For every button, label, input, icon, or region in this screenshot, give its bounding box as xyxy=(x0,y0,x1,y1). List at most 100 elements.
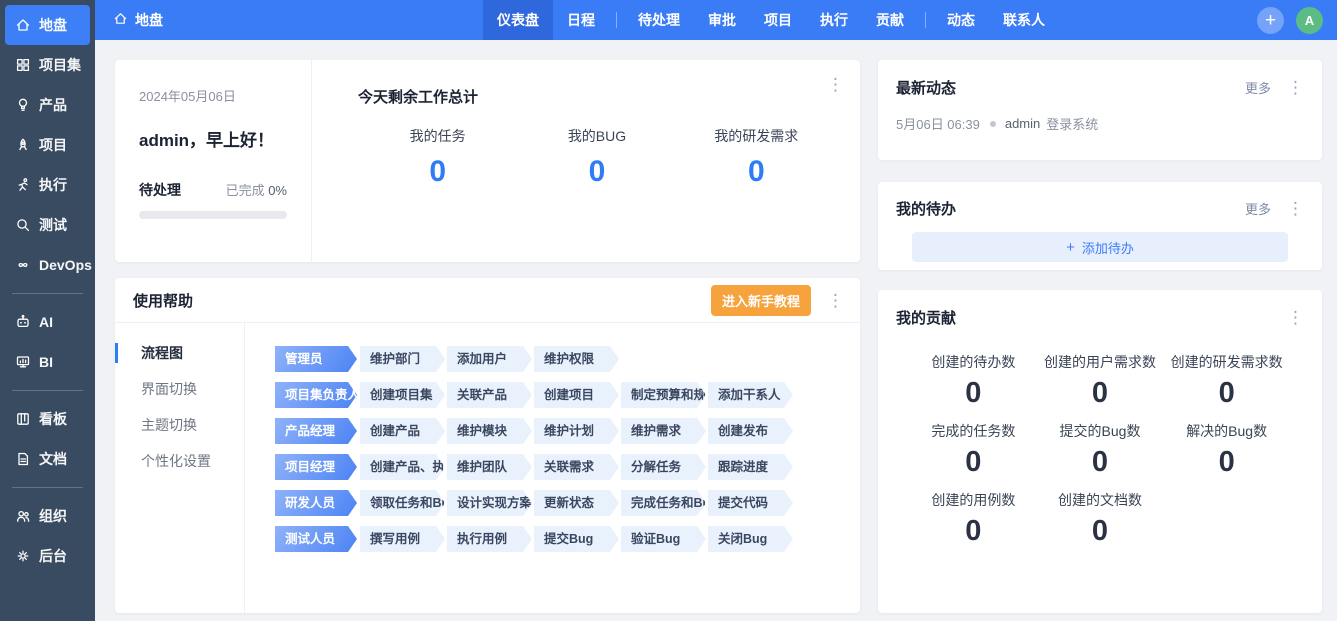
workflow-step-chip[interactable]: 分解任务 xyxy=(621,454,706,480)
sidebar-item-文档[interactable]: 文档 xyxy=(5,439,90,479)
metric-value[interactable]: 0 xyxy=(1037,377,1164,410)
workflow-step-chip[interactable]: 添加用户 xyxy=(447,346,532,372)
create-button[interactable]: + xyxy=(1257,7,1284,34)
nav-item-项目[interactable]: 项目 xyxy=(750,0,806,40)
work-stat-value[interactable]: 0 xyxy=(677,155,836,189)
help-tab-个性化设置[interactable]: 个性化设置 xyxy=(115,443,244,479)
help-card-header: 使用帮助 进入新手教程 ⋮ xyxy=(115,278,860,323)
contribution-metric: 完成的任务数0 xyxy=(910,421,1037,479)
workflow-step-chip[interactable]: 撰写用例 xyxy=(360,526,445,552)
sidebar-item-地盘[interactable]: 地盘 xyxy=(5,5,90,45)
nav-item-日程[interactable]: 日程 xyxy=(553,0,609,40)
workflow-role-chip[interactable]: 测试人员 xyxy=(275,526,357,552)
workflow-role-chip[interactable]: 产品经理 xyxy=(275,418,357,444)
metric-value[interactable]: 0 xyxy=(910,446,1037,479)
workflow-step-chip[interactable]: 创建项目 xyxy=(534,382,619,408)
metric-value[interactable]: 0 xyxy=(1163,377,1290,410)
contribution-metric: 创建的研发需求数0 xyxy=(1163,352,1290,410)
sidebar-item-产品[interactable]: 产品 xyxy=(5,85,90,125)
dynamics-dot xyxy=(990,121,996,127)
metric-label: 提交的Bug数 xyxy=(1037,421,1164,441)
workflow-step-chip[interactable]: 创建产品、执行 xyxy=(360,454,445,480)
todo-more-link[interactable]: 更多 xyxy=(1245,199,1271,218)
workflow-role-chip[interactable]: 管理员 xyxy=(275,346,357,372)
help-card-menu-icon[interactable]: ⋮ xyxy=(827,292,844,309)
workflow-step-chip[interactable]: 更新状态 xyxy=(534,490,619,516)
robot-icon xyxy=(14,314,31,331)
contribution-card-menu-icon[interactable]: ⋮ xyxy=(1287,309,1304,326)
metric-value[interactable]: 0 xyxy=(1037,446,1164,479)
nav-item-仪表盘[interactable]: 仪表盘 xyxy=(483,0,553,40)
metric-value[interactable]: 0 xyxy=(1037,515,1164,548)
workflow-step-chip[interactable]: 维护模块 xyxy=(447,418,532,444)
metric-value[interactable]: 0 xyxy=(910,515,1037,548)
workflow-step-chip[interactable]: 提交代码 xyxy=(708,490,793,516)
workflow-row: 产品经理创建产品维护模块维护计划维护需求创建发布 xyxy=(275,418,860,444)
work-stat-value[interactable]: 0 xyxy=(517,155,676,189)
workflow-step-chip[interactable]: 创建项目集 xyxy=(360,382,445,408)
sidebar-item-项目集[interactable]: 项目集 xyxy=(5,45,90,85)
help-card-title: 使用帮助 xyxy=(133,290,193,311)
tutorial-button[interactable]: 进入新手教程 xyxy=(711,285,811,316)
overview-card-menu-icon[interactable]: ⋮ xyxy=(827,76,844,93)
help-tab-界面切换[interactable]: 界面切换 xyxy=(115,371,244,407)
workflow-role-chip[interactable]: 项目经理 xyxy=(275,454,357,480)
sidebar-item-DevOps[interactable]: DevOps xyxy=(5,245,90,285)
nav-item-联系人[interactable]: 联系人 xyxy=(989,0,1059,40)
workflow-step-chip[interactable]: 关联产品 xyxy=(447,382,532,408)
workflow-step-chip[interactable]: 维护计划 xyxy=(534,418,619,444)
workflow-step-chip[interactable]: 设计实现方案 xyxy=(447,490,532,516)
metric-value[interactable]: 0 xyxy=(1163,446,1290,479)
sidebar-item-项目[interactable]: 项目 xyxy=(5,125,90,165)
workflow-step-chip[interactable]: 维护需求 xyxy=(621,418,706,444)
sidebar-item-看板[interactable]: 看板 xyxy=(5,399,90,439)
workflow-step-chip[interactable]: 维护权限 xyxy=(534,346,619,372)
add-todo-button[interactable]: + 添加待办 xyxy=(912,232,1288,262)
workflow-role-chip[interactable]: 项目集负责人 xyxy=(275,382,357,408)
workflow-step-chip[interactable]: 制定预算和规划 xyxy=(621,382,706,408)
sidebar-item-AI[interactable]: AI xyxy=(5,302,90,342)
workflow-role-chip[interactable]: 研发人员 xyxy=(275,490,357,516)
workflow-step-chip[interactable]: 跟踪进度 xyxy=(708,454,793,480)
nav-item-待处理[interactable]: 待处理 xyxy=(624,0,694,40)
sidebar-item-执行[interactable]: 执行 xyxy=(5,165,90,205)
workflow-step-chip[interactable]: 创建发布 xyxy=(708,418,793,444)
workflow-step-chip[interactable]: 创建产品 xyxy=(360,418,445,444)
help-tab-主题切换[interactable]: 主题切换 xyxy=(115,407,244,443)
dynamics-time: 5月06日 06:39 xyxy=(896,114,980,133)
workflow-step-chip[interactable]: 提交Bug xyxy=(534,526,619,552)
workflow-row: 项目集负责人创建项目集关联产品创建项目制定预算和规划添加干系人 xyxy=(275,382,860,408)
dynamics-more-link[interactable]: 更多 xyxy=(1245,78,1271,97)
bi-chart-icon xyxy=(14,354,31,371)
nav-item-审批[interactable]: 审批 xyxy=(694,0,750,40)
workflow-step-chip[interactable]: 维护部门 xyxy=(360,346,445,372)
workflow-step-chip[interactable]: 完成任务和Bug xyxy=(621,490,706,516)
avatar[interactable]: A xyxy=(1296,7,1323,34)
sidebar-item-组织[interactable]: 组织 xyxy=(5,496,90,536)
workflow-step-chip[interactable]: 添加干系人 xyxy=(708,382,793,408)
workflow-step-chip[interactable]: 关联需求 xyxy=(534,454,619,480)
todo-card-title: 我的待办 xyxy=(896,198,956,219)
nav-item-执行[interactable]: 执行 xyxy=(806,0,862,40)
metric-value[interactable]: 0 xyxy=(910,377,1037,410)
nav-item-动态[interactable]: 动态 xyxy=(933,0,989,40)
dynamics-card-menu-icon[interactable]: ⋮ xyxy=(1287,79,1304,96)
sidebar-item-后台[interactable]: 后台 xyxy=(5,536,90,576)
overview-card: ⋮ 2024年05月06日 admin，早上好！ 待处理 已完成 0% 今天剩余… xyxy=(115,60,860,262)
content: ⋮ 2024年05月06日 admin，早上好！ 待处理 已完成 0% 今天剩余… xyxy=(95,40,1337,621)
dynamics-card-title: 最新动态 xyxy=(896,77,956,98)
workflow-step-chip[interactable]: 领取任务和Bug xyxy=(360,490,445,516)
help-tab-流程图[interactable]: 流程图 xyxy=(115,335,244,371)
workflow-step-chip[interactable]: 关闭Bug xyxy=(708,526,793,552)
work-stat-value[interactable]: 0 xyxy=(358,155,517,189)
breadcrumb[interactable]: 地盘 xyxy=(113,10,163,30)
dynamics-user[interactable]: admin xyxy=(1005,116,1040,131)
sidebar-item-测试[interactable]: 测试 xyxy=(5,205,90,245)
todo-card-menu-icon[interactable]: ⋮ xyxy=(1287,200,1304,217)
workflow-step-chip[interactable]: 验证Bug xyxy=(621,526,706,552)
sidebar-item-label: 看板 xyxy=(39,409,67,429)
workflow-step-chip[interactable]: 执行用例 xyxy=(447,526,532,552)
nav-item-贡献[interactable]: 贡献 xyxy=(862,0,918,40)
workflow-step-chip[interactable]: 维护团队 xyxy=(447,454,532,480)
sidebar-item-BI[interactable]: BI xyxy=(5,342,90,382)
